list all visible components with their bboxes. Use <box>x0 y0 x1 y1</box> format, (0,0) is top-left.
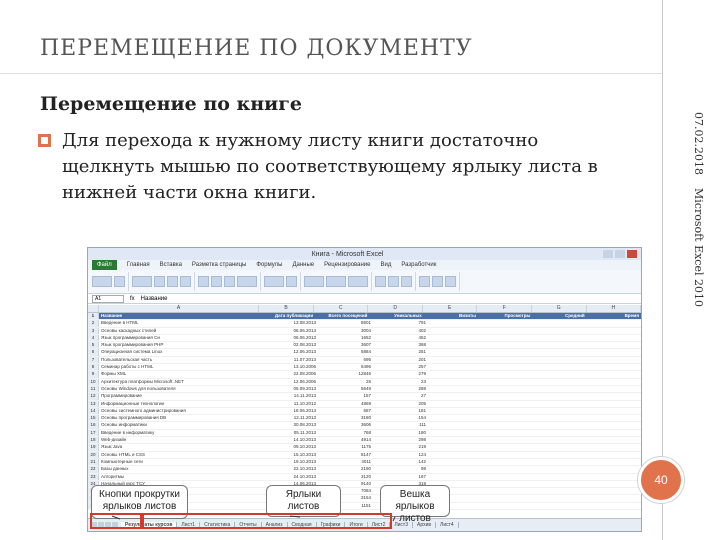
page-number-badge: 40 <box>638 457 684 503</box>
callout-arrows <box>111 515 396 522</box>
